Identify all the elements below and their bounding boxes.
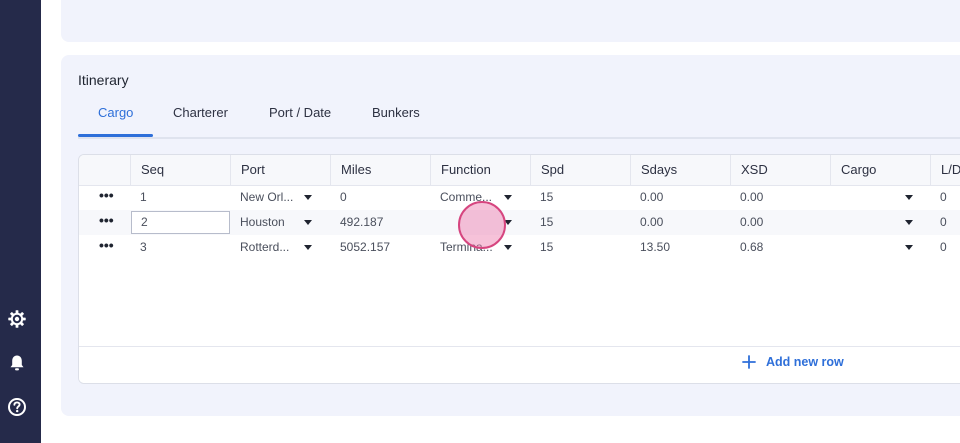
cell-spd[interactable]: 15 [530, 235, 630, 260]
click-indicator [458, 201, 506, 249]
add-row-button[interactable]: Add new row [742, 355, 844, 369]
chevron-down-icon[interactable] [504, 195, 512, 200]
chevron-down-icon[interactable] [304, 195, 312, 200]
chevron-down-icon[interactable] [905, 220, 913, 225]
cell-seq[interactable]: 3 [130, 235, 230, 260]
row-menu-icon[interactable]: ••• [99, 235, 114, 260]
table-row[interactable]: ••• 1 New Orl... 0 Comme... 15 0.00 0.00… [79, 185, 960, 210]
cell-miles[interactable]: 492.187 [330, 210, 430, 235]
cell-sdays[interactable]: 13.50 [630, 235, 730, 260]
cell-xsd[interactable]: 0.00 [730, 210, 830, 235]
cell-sdays[interactable]: 0.00 [630, 185, 730, 210]
table-row[interactable]: ••• 2 Houston 492.187 15 0.00 0.00 0 [79, 210, 960, 235]
row-menu-icon[interactable]: ••• [99, 210, 114, 235]
header-xsd[interactable]: XSD [730, 155, 830, 185]
plus-icon [742, 355, 756, 369]
cell-miles[interactable]: 5052.157 [330, 235, 430, 260]
chevron-down-icon[interactable] [905, 195, 913, 200]
cell-port-value: Rotterd... [240, 240, 290, 254]
chevron-down-icon[interactable] [905, 245, 913, 250]
cell-xsd[interactable]: 0.00 [730, 185, 830, 210]
cell-spd[interactable]: 15 [530, 210, 630, 235]
gear-icon[interactable] [7, 309, 27, 329]
header-spd[interactable]: Spd [530, 155, 630, 185]
header-miles[interactable]: Miles [330, 155, 430, 185]
tab-bunkers[interactable]: Bunkers [372, 105, 420, 135]
header-ld[interactable]: L/D [930, 155, 960, 185]
cell-port[interactable]: New Orl... [230, 185, 330, 210]
header-cargo[interactable]: Cargo [830, 155, 930, 185]
table-row[interactable]: ••• 3 Rotterd... 5052.157 Termina... 15 … [79, 235, 960, 260]
header-actions [79, 155, 130, 185]
cell-sdays[interactable]: 0.00 [630, 210, 730, 235]
grid-footer: Add new row [79, 346, 960, 383]
chevron-down-icon[interactable] [504, 245, 512, 250]
cell-port[interactable]: Houston [230, 210, 330, 235]
help-icon[interactable] [7, 397, 27, 417]
header-sdays[interactable]: Sdays [630, 155, 730, 185]
tab-port-date[interactable]: Port / Date [269, 105, 331, 135]
cell-cargo[interactable] [830, 210, 930, 235]
active-tab-indicator [78, 134, 153, 137]
tab-charterer[interactable]: Charterer [173, 105, 228, 135]
header-port[interactable]: Port [230, 155, 330, 185]
itinerary-grid: Seq Port Miles Function Spd Sdays XSD Ca… [78, 154, 960, 384]
grid-header: Seq Port Miles Function Spd Sdays XSD Ca… [79, 155, 960, 186]
tab-bar: Cargo Charterer Port / Date Bunkers [78, 97, 960, 139]
top-panel [61, 0, 960, 42]
cell-cargo[interactable] [830, 185, 930, 210]
cell-seq[interactable]: 1 [130, 185, 230, 210]
add-row-label: Add new row [766, 355, 844, 369]
sidebar [0, 0, 41, 443]
cell-ld[interactable]: 0 [930, 210, 960, 235]
header-function[interactable]: Function [430, 155, 530, 185]
chevron-down-icon[interactable] [304, 220, 312, 225]
seq-edit-input[interactable]: 2 [131, 211, 230, 234]
bell-icon[interactable] [7, 353, 27, 373]
cell-cargo[interactable] [830, 235, 930, 260]
cell-miles[interactable]: 0 [330, 185, 430, 210]
cell-port[interactable]: Rotterd... [230, 235, 330, 260]
header-seq[interactable]: Seq [130, 155, 230, 185]
cell-port-value: Houston [240, 215, 285, 229]
tab-cargo[interactable]: Cargo [98, 105, 133, 135]
cell-spd[interactable]: 15 [530, 185, 630, 210]
itinerary-panel: Itinerary Cargo Charterer Port / Date Bu… [61, 55, 960, 416]
row-menu-icon[interactable]: ••• [99, 185, 114, 210]
cell-ld[interactable]: 0 [930, 185, 960, 210]
cell-ld[interactable]: 0 [930, 235, 960, 260]
section-title: Itinerary [78, 72, 129, 88]
chevron-down-icon[interactable] [304, 245, 312, 250]
cell-xsd[interactable]: 0.68 [730, 235, 830, 260]
cell-port-value: New Orl... [240, 190, 294, 204]
